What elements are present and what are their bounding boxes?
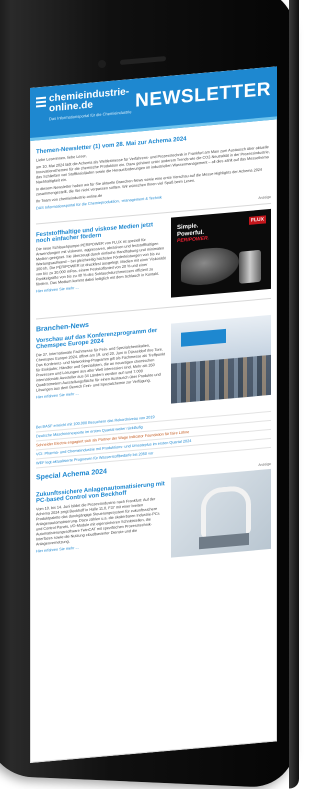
pump-illustration (239, 249, 261, 284)
brand-logo[interactable]: chemieindustrie- online.de Das Informati… (36, 86, 131, 122)
logo-icon (36, 96, 46, 110)
elephant-illustration (181, 245, 239, 287)
chemspec-photo[interactable] (171, 314, 271, 404)
robot-arm-illustration (201, 484, 251, 539)
front-camera (98, 60, 106, 68)
beckhoff-photo[interactable] (171, 468, 271, 558)
flux-logo: FLUX (248, 215, 266, 225)
peripower-ad-image[interactable]: Simple. Powerful. PERIPOWER. FLUX (171, 208, 271, 298)
expo-sign (181, 328, 226, 347)
phone-screen[interactable]: chemieindustrie- online.de Das Informati… (30, 66, 277, 763)
expo-crowd (171, 354, 271, 404)
ad-brand: PERIPOWER. (177, 235, 209, 245)
newsletter-title: NEWSLETTER (135, 78, 271, 112)
phone-edge (289, 0, 299, 789)
